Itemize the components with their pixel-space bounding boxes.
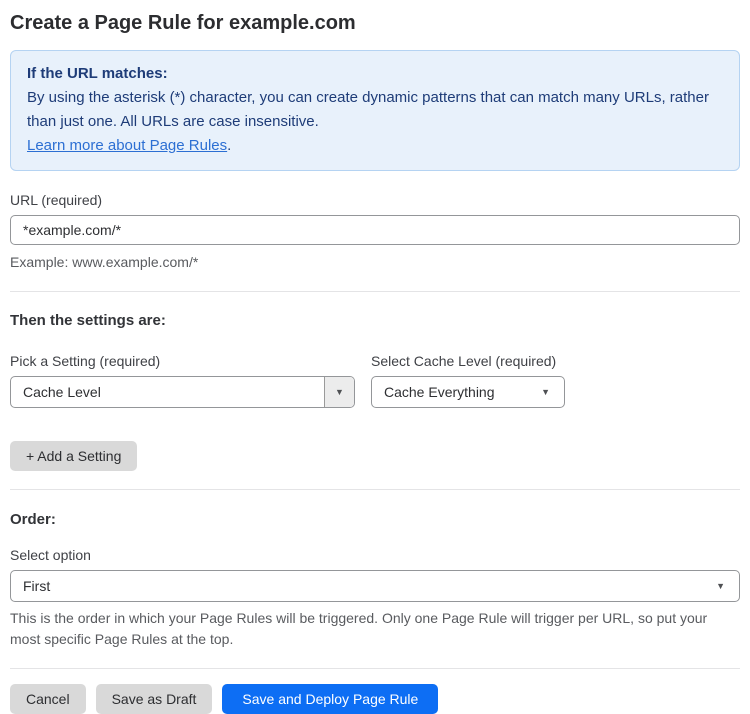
info-link-suffix: . bbox=[227, 137, 232, 154]
order-select-value: First bbox=[23, 578, 51, 594]
settings-row: Pick a Setting (required) Cache Level ▼ … bbox=[10, 353, 740, 408]
order-field-group: Select option First ▼ This is the order … bbox=[10, 547, 740, 650]
chevron-down-icon: ▼ bbox=[716, 580, 725, 591]
cache-level-select[interactable]: Cache Everything ▼ bbox=[371, 376, 565, 408]
save-and-deploy-button[interactable]: Save and Deploy Page Rule bbox=[222, 684, 439, 714]
page-rule-form: Create a Page Rule for example.com If th… bbox=[0, 0, 750, 714]
learn-more-link[interactable]: Learn more about Page Rules bbox=[27, 137, 227, 154]
form-actions: Cancel Save as Draft Save and Deploy Pag… bbox=[10, 684, 740, 714]
url-field-helper: Example: www.example.com/* bbox=[10, 254, 199, 270]
chevron-down-icon: ▼ bbox=[541, 386, 550, 397]
pick-setting-column: Pick a Setting (required) Cache Level ▼ bbox=[10, 353, 355, 408]
url-match-info-box: If the URL matches: By using the asteris… bbox=[10, 50, 740, 171]
url-field-label: URL (required) bbox=[10, 192, 103, 208]
cache-level-value: Cache Everything bbox=[384, 384, 495, 400]
add-setting-wrap: + Add a Setting bbox=[10, 441, 740, 471]
url-input[interactable] bbox=[10, 215, 740, 245]
chevron-down-icon: ▼ bbox=[324, 377, 354, 407]
order-section-heading: Order: bbox=[10, 511, 56, 528]
cancel-button[interactable]: Cancel bbox=[10, 684, 86, 714]
cache-level-column: Select Cache Level (required) Cache Ever… bbox=[371, 353, 565, 408]
order-select-label: Select option bbox=[10, 547, 91, 563]
pick-setting-value: Cache Level bbox=[23, 384, 101, 400]
info-box-heading: If the URL matches: bbox=[27, 65, 168, 82]
pick-setting-label: Pick a Setting (required) bbox=[10, 353, 161, 369]
info-box-body: By using the asterisk (*) character, you… bbox=[27, 89, 709, 130]
divider bbox=[10, 291, 740, 292]
pick-setting-select[interactable]: Cache Level ▼ bbox=[10, 376, 355, 408]
order-select[interactable]: First ▼ bbox=[10, 570, 740, 602]
divider bbox=[10, 668, 740, 669]
save-as-draft-button[interactable]: Save as Draft bbox=[95, 684, 213, 714]
page-title: Create a Page Rule for example.com bbox=[10, 12, 356, 34]
info-link-line: Learn more about Page Rules. bbox=[27, 134, 723, 158]
cache-level-label: Select Cache Level (required) bbox=[371, 353, 557, 369]
settings-section-heading: Then the settings are: bbox=[10, 312, 166, 329]
add-setting-button[interactable]: + Add a Setting bbox=[10, 441, 138, 471]
order-helper-text: This is the order in which your Page Rul… bbox=[10, 610, 708, 647]
divider bbox=[10, 489, 740, 490]
url-field-group: URL (required) Example: www.example.com/… bbox=[10, 192, 740, 273]
